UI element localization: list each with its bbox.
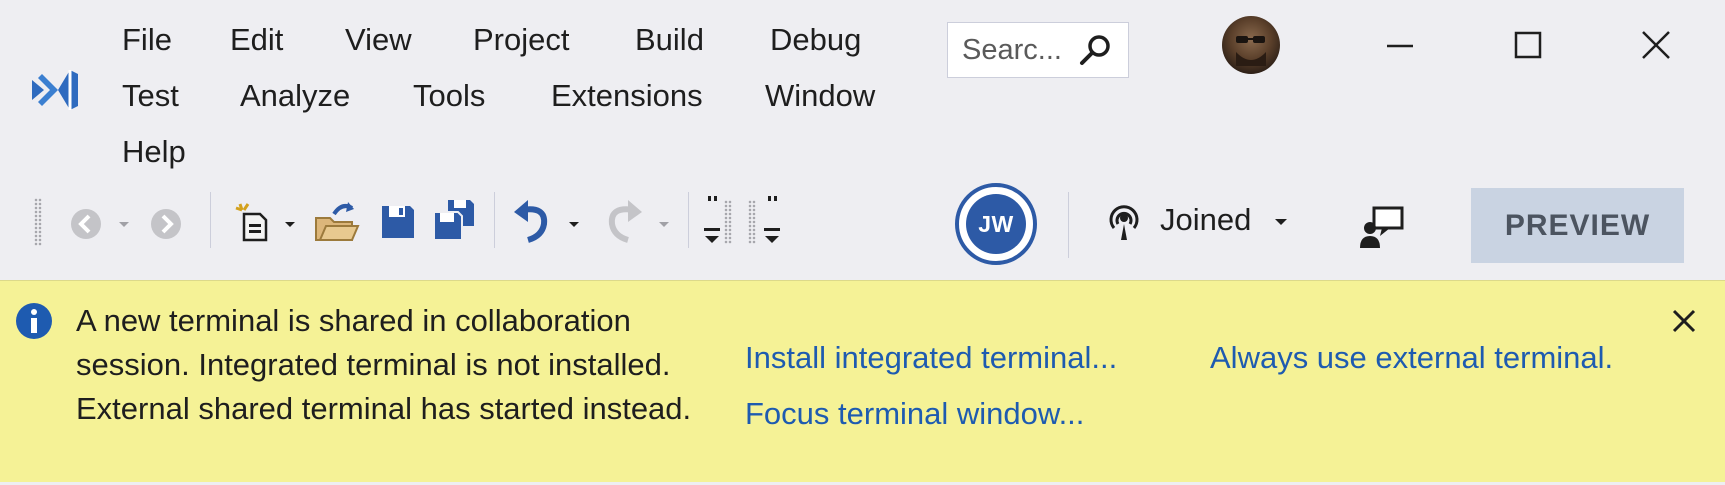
back-dropdown-icon[interactable] (116, 216, 132, 232)
search-icon[interactable] (1076, 31, 1116, 71)
toolbar-grip[interactable] (724, 200, 732, 244)
new-dropdown-icon[interactable] (282, 216, 298, 232)
redo-icon[interactable] (600, 198, 644, 246)
undo-dropdown-icon[interactable] (566, 216, 582, 232)
toolbar-separator (210, 192, 211, 248)
menu-view[interactable]: View (345, 20, 412, 60)
preview-button[interactable]: PREVIEW (1471, 188, 1684, 263)
menu-window[interactable]: Window (765, 76, 875, 116)
menu-extensions[interactable]: Extensions (551, 76, 703, 116)
close-icon[interactable] (1626, 18, 1686, 74)
menu-edit[interactable]: Edit (230, 20, 283, 60)
close-icon[interactable] (1666, 303, 1702, 339)
new-project-icon[interactable] (232, 200, 276, 244)
search-input[interactable] (962, 23, 1074, 77)
save-icon[interactable] (378, 202, 418, 242)
info-message: A new terminal is shared in collaboratio… (76, 303, 692, 426)
navigate-forward-icon[interactable] (148, 206, 184, 242)
toolbar-separator (688, 192, 689, 248)
menu-file[interactable]: File (122, 20, 172, 60)
toolbar-grip[interactable] (34, 198, 42, 246)
toolbar-separator (1068, 192, 1069, 258)
undo-icon[interactable] (512, 198, 556, 246)
always-external-terminal-link[interactable]: Always use external terminal. (1210, 336, 1613, 380)
navigate-back-icon[interactable] (68, 206, 104, 242)
focus-terminal-link[interactable]: Focus terminal window... (745, 392, 1084, 436)
menu-debug[interactable]: Debug (770, 20, 861, 60)
menu-test[interactable]: Test (122, 76, 179, 116)
session-dropdown-icon[interactable] (1272, 214, 1290, 230)
menu-analyze[interactable]: Analyze (240, 76, 350, 116)
menu-project[interactable]: Project (473, 20, 569, 60)
toolbar-separator (494, 192, 495, 248)
user-initials: JW (966, 194, 1026, 254)
menu-build[interactable]: Build (635, 20, 704, 60)
feedback-icon[interactable] (1358, 204, 1406, 252)
save-all-icon[interactable] (430, 196, 478, 244)
maximize-icon[interactable] (1498, 18, 1558, 74)
user-initials-badge[interactable]: JW (955, 183, 1037, 265)
avatar-image (1236, 36, 1266, 66)
search-box[interactable] (947, 22, 1129, 78)
minimize-icon[interactable] (1370, 18, 1430, 74)
menu-tools[interactable]: Tools (413, 76, 485, 116)
menu-help[interactable]: Help (122, 132, 186, 172)
info-icon (16, 303, 52, 339)
redo-dropdown-icon[interactable] (656, 216, 672, 232)
visual-studio-logo (32, 70, 78, 110)
session-status-label[interactable]: Joined (1160, 200, 1251, 240)
live-share-icon[interactable] (1102, 200, 1146, 244)
info-bar: A new terminal is shared in collaboratio… (0, 280, 1725, 483)
toolbar-grip[interactable] (748, 200, 756, 244)
user-avatar[interactable] (1222, 16, 1280, 74)
install-terminal-link[interactable]: Install integrated terminal... (745, 336, 1117, 380)
open-file-icon[interactable] (312, 198, 360, 246)
